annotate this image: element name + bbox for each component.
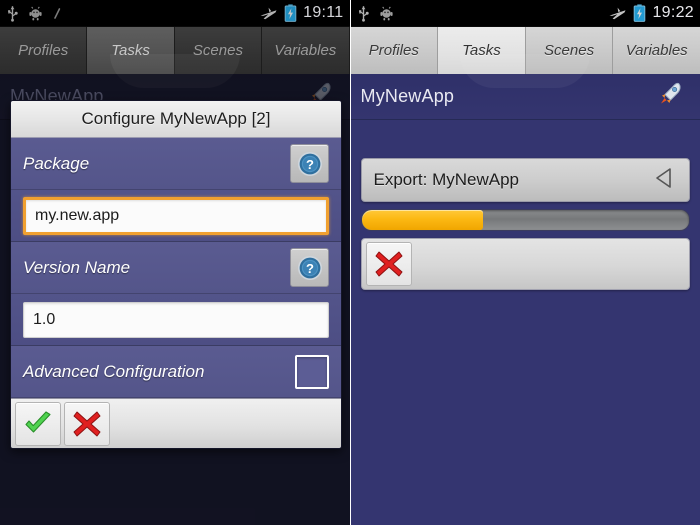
phone-screen-right: 19:22 Profiles Tasks Scenes Variables My… [350, 0, 700, 525]
battery-charging-icon [284, 4, 297, 22]
battery-charging-icon [634, 4, 646, 22]
advanced-configuration-row[interactable]: Advanced Configuration [11, 346, 341, 398]
tab-tasks[interactable]: Tasks [438, 27, 526, 74]
help-question-icon: ? [297, 255, 322, 280]
airplane-mode-icon [609, 7, 626, 19]
tab-variables[interactable]: Variables [613, 27, 700, 74]
export-progress-fill [361, 210, 483, 230]
tab-variables[interactable]: Variables [262, 27, 350, 74]
tab-scenes[interactable]: Scenes [174, 27, 263, 74]
version-help-button[interactable]: ? [290, 248, 329, 287]
app-header-right: MyNewApp [350, 54, 700, 120]
version-label-row: Version Name ? [11, 242, 341, 294]
red-cross-icon [375, 251, 402, 277]
help-question-icon: ? [297, 151, 322, 176]
export-cancel-bar [360, 238, 690, 290]
dialog-button-bar [11, 398, 341, 448]
android-debug-icon [379, 6, 393, 20]
tab-profiles[interactable]: Profiles [350, 27, 439, 74]
airplane-mode-icon [260, 7, 277, 19]
slash-icon [54, 7, 61, 19]
phone-screen-left: 19:11 Profiles Tasks Scenes Variables My… [0, 0, 350, 525]
rocket-icon [656, 79, 686, 114]
tab-bar-left: Profiles Tasks Scenes Variables [0, 27, 350, 74]
package-input-row: my.new.app [11, 190, 341, 242]
status-bar-clock: 19:11 [303, 4, 344, 21]
export-progress-bar [360, 209, 690, 231]
configure-dialog: Configure MyNewApp [2] Package ? my.new.… [10, 100, 342, 449]
package-label: Package [23, 153, 90, 173]
export-panel: Export: MyNewApp [360, 158, 690, 290]
status-bar-left-icons [6, 5, 62, 22]
tab-tasks[interactable]: Tasks [87, 27, 175, 74]
package-help-button[interactable]: ? [290, 144, 329, 183]
cancel-button[interactable] [64, 401, 110, 446]
status-bar-right: 19:22 [350, 0, 700, 27]
package-label-row: Package ? [11, 138, 341, 190]
svg-text:?: ? [306, 157, 314, 172]
red-cross-icon [73, 411, 101, 436]
version-name-input[interactable]: 1.0 [23, 301, 329, 338]
usb-icon [8, 5, 18, 22]
advanced-configuration-checkbox[interactable] [295, 354, 329, 389]
version-input-row: 1.0 [11, 294, 341, 346]
app-body-left: MyNewApp Configure MyNewApp [2] Package [0, 54, 350, 525]
export-header[interactable]: Export: MyNewApp [360, 158, 690, 202]
cancel-button[interactable] [365, 242, 412, 286]
export-title: Export: MyNewApp [373, 170, 520, 189]
tab-bar-right: Profiles Tasks Scenes Variables [350, 27, 700, 74]
android-debug-icon [29, 6, 42, 20]
status-bar-right-icons: 19:11 [259, 4, 343, 22]
status-bar-clock: 19:22 [652, 4, 694, 21]
usb-icon [358, 5, 369, 22]
status-bar-left: 19:11 [0, 0, 350, 27]
tab-scenes[interactable]: Scenes [525, 27, 614, 74]
tab-profiles[interactable]: Profiles [0, 27, 88, 74]
screenshot-root: 19:11 Profiles Tasks Scenes Variables My… [0, 0, 700, 525]
green-check-icon [25, 410, 51, 433]
status-bar-left-icons [357, 5, 394, 22]
dialog-title: Configure MyNewApp [2] [11, 101, 341, 138]
advanced-configuration-label: Advanced Configuration [23, 361, 205, 381]
app-title-right: MyNewApp [360, 86, 455, 106]
status-bar-right-icons: 19:22 [608, 4, 694, 22]
package-input[interactable]: my.new.app [23, 196, 329, 235]
triangle-left-icon[interactable] [653, 166, 677, 195]
app-body-right: MyNewApp Export: MyNewApp [350, 54, 700, 525]
version-name-label: Version Name [23, 257, 131, 277]
svg-text:?: ? [306, 261, 314, 276]
accept-button[interactable] [15, 401, 61, 446]
